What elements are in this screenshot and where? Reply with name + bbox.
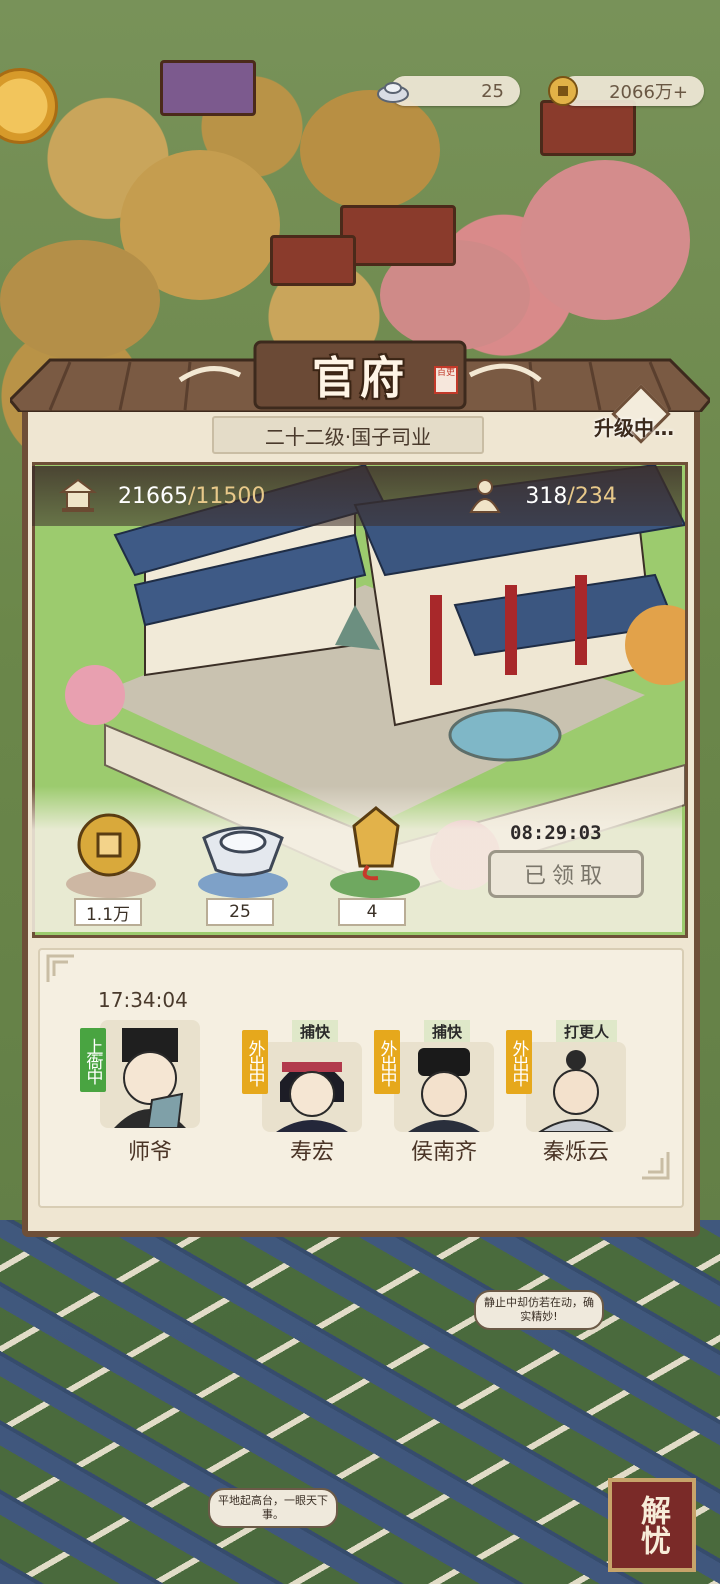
jieyou-button[interactable]: 解忧	[608, 1478, 696, 1572]
upgrade-status[interactable]: 升级中…	[588, 408, 680, 444]
silver-ingot-icon	[377, 82, 409, 103]
prosperity-stat: 21665 /11500	[58, 476, 265, 516]
copper-coin-icon	[77, 813, 141, 877]
role-tag: 捕快	[424, 1020, 471, 1042]
role-tag: 捕快	[292, 1020, 339, 1042]
portrait-avatar	[526, 1042, 626, 1132]
staff-name: 侯南齐	[410, 1140, 477, 1165]
prosperity-current: 21665	[118, 483, 188, 509]
status-badge: 外出中	[374, 1030, 400, 1094]
reward-copper-value: 1.1万	[74, 898, 142, 926]
staff-timer: 17:34:04	[98, 988, 188, 1012]
reward-timer: 08:29:03	[510, 822, 602, 844]
speech-bubble-right[interactable]: 静止中却仿若在动，确实精妙!	[474, 1290, 604, 1330]
stats-strip: 21665 /11500 318 /234	[32, 466, 682, 526]
panel-title: 官府	[312, 353, 408, 404]
role-tag: 打更人	[556, 1020, 618, 1042]
portrait-avatar	[394, 1042, 494, 1132]
scholar-icon	[469, 479, 502, 513]
rank-text: 二十二级·国子司业	[264, 424, 432, 449]
people-max: /234	[567, 483, 617, 509]
portrait-avatar	[100, 1020, 200, 1128]
status-badge: 外出中	[506, 1030, 532, 1094]
prosperity-max: /11500	[188, 483, 266, 509]
silver-amount: 25	[481, 80, 504, 102]
corner-ornament-icon	[642, 1152, 670, 1180]
gold-amount: 2066万+	[609, 82, 688, 103]
staff-card-shouhong[interactable]: 捕快 外出中 寿宏	[242, 1020, 380, 1170]
token-plaque-icon	[352, 806, 400, 881]
silver-counter[interactable]: 25	[377, 76, 520, 106]
status-badge: 外出中	[242, 1030, 268, 1094]
people-stat: 318 /234	[465, 476, 617, 516]
status-badge: 上衙中	[80, 1028, 106, 1092]
copper-coin-icon	[548, 76, 578, 106]
people-current: 318	[525, 483, 568, 509]
portrait-avatar	[262, 1042, 362, 1132]
reward-silver-value: 25	[206, 898, 274, 926]
corner-ornament-icon	[46, 954, 74, 982]
staff-card-hounanqi[interactable]: 捕快 外出中 侯南齐	[374, 1020, 512, 1170]
speech-bubble-left[interactable]: 平地起高台，一眼天下事。	[208, 1488, 338, 1528]
staff-card-qinshuoyun[interactable]: 打更人 外出中 秦烁云	[506, 1020, 644, 1170]
claimed-button[interactable]: 已领取	[488, 850, 644, 898]
staff-card-shiye[interactable]: 上衙中 师爷	[80, 1020, 218, 1170]
gold-counter[interactable]: 2066万+	[548, 76, 704, 106]
staff-name: 师爷	[127, 1140, 172, 1165]
reward-token-value: 4	[338, 898, 406, 926]
silver-ingot-icon	[202, 826, 284, 877]
pavilion-icon	[59, 478, 97, 512]
staff-name: 寿宏	[289, 1140, 334, 1165]
staff-name: 秦烁云	[542, 1140, 609, 1165]
seal-stamp: 百吏	[434, 366, 458, 394]
rank-label: 二十二级·国子司业	[212, 416, 484, 454]
